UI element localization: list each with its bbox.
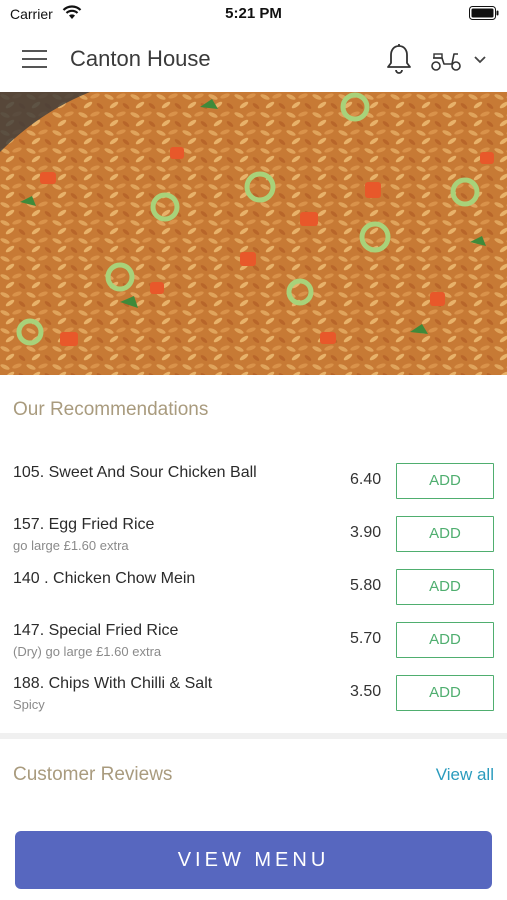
item-name: 188. Chips With Chilli & Salt [13,675,213,692]
add-button[interactable]: ADD [396,463,494,499]
status-time: 5:21 PM [225,5,282,22]
add-button[interactable]: ADD [396,622,494,658]
page-title: Canton House [70,46,211,71]
app-bar: Canton House [0,28,507,92]
hero-food-image [0,92,507,375]
add-button[interactable]: ADD [396,675,494,711]
item-price: 5.80 [350,577,382,594]
item-desc: (Dry) go large £1.60 extra [13,644,162,659]
battery-icon [469,6,499,20]
item-price: 3.90 [350,524,382,541]
chevron-down-icon[interactable] [472,54,488,66]
list-item: 105. Sweet And Sour Chicken Ball 6.40 AD… [0,455,507,508]
item-desc: go large £1.60 extra [13,538,129,553]
bell-icon[interactable] [385,43,413,75]
status-bar: Carrier 5:21 PM [0,0,507,28]
list-item: 140 . Chicken Chow Mein 5.80 ADD [0,561,507,614]
item-price: 6.40 [350,471,382,488]
menu-icon[interactable] [22,50,47,68]
item-desc: Spicy [13,697,45,712]
view-menu-button[interactable]: VIEW MENU [15,831,492,889]
item-price: 5.70 [350,630,382,647]
item-name: 105. Sweet And Sour Chicken Ball [13,464,257,481]
item-name: 147. Special Fried Rice [13,622,179,639]
add-button[interactable]: ADD [396,569,494,605]
scooter-icon[interactable] [430,48,462,72]
item-name: 140 . Chicken Chow Mein [13,570,196,587]
item-price: 3.50 [350,683,382,700]
add-button[interactable]: ADD [396,516,494,552]
list-item: 157. Egg Fried Rice go large £1.60 extra… [0,508,507,561]
view-all-link[interactable]: View all [436,765,494,785]
section-divider [0,733,507,739]
recommendations-title: Our Recommendations [13,399,209,420]
reviews-title: Customer Reviews [13,764,173,785]
list-item: 188. Chips With Chilli & Salt Spicy 3.50… [0,667,507,720]
list-item: 147. Special Fried Rice (Dry) go large £… [0,614,507,667]
item-name: 157. Egg Fried Rice [13,516,155,533]
